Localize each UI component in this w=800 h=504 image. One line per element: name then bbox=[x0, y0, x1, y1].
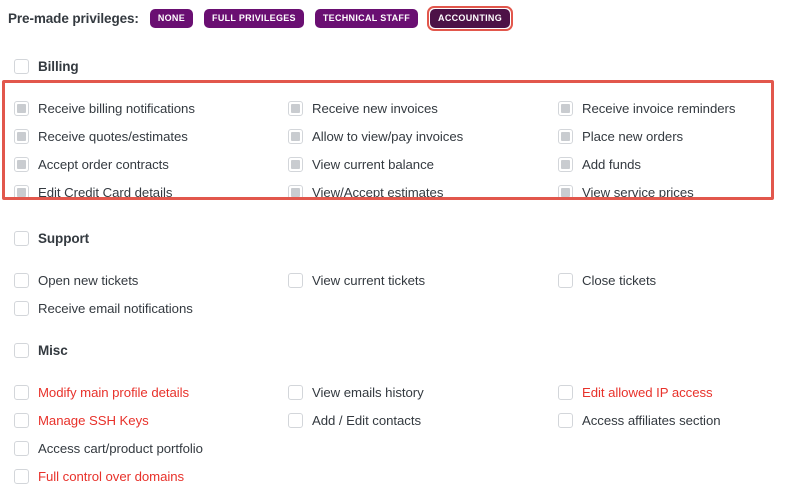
checkbox-receive-quotes-estimates[interactable] bbox=[14, 128, 29, 144]
option-view-emails-history[interactable]: View emails history bbox=[288, 382, 424, 402]
option-view-service-prices[interactable]: View service prices bbox=[558, 182, 694, 202]
option-label: Access cart/product portfolio bbox=[38, 440, 203, 456]
option-label: Receive billing notifications bbox=[38, 100, 195, 116]
options-grid-misc: Modify main profile details Manage SSH Ke… bbox=[0, 360, 800, 504]
option-label: Access affiliates section bbox=[582, 412, 721, 428]
premade-privileges-row: Pre-made privileges: NONE FULL PRIVILEGES… bbox=[8, 5, 520, 31]
option-label: View emails history bbox=[312, 384, 424, 400]
checkbox-edit-credit-card-details[interactable] bbox=[14, 184, 29, 200]
section-billing: Billing Receive billing notifications Rece… bbox=[0, 56, 800, 220]
premade-privileges-label: Pre-made privileges: bbox=[8, 10, 139, 26]
option-label: Add funds bbox=[582, 156, 641, 172]
checkbox-receive-billing-notifications[interactable] bbox=[14, 100, 29, 116]
checkbox-access-cart-product-portfolio[interactable] bbox=[14, 440, 29, 456]
checkbox-receive-new-invoices[interactable] bbox=[288, 100, 303, 116]
checkbox-accept-order-contracts[interactable] bbox=[14, 156, 29, 172]
option-place-new-orders[interactable]: Place new orders bbox=[558, 126, 683, 146]
option-label: Full control over domains bbox=[38, 468, 185, 484]
checkbox-view-accept-estimates[interactable] bbox=[288, 184, 303, 200]
premade-badge-accounting[interactable]: ACCOUNTING bbox=[430, 8, 511, 28]
checkbox-access-affiliates-section[interactable] bbox=[558, 412, 573, 428]
option-label: View current tickets bbox=[312, 272, 426, 288]
option-label: Receive invoice reminders bbox=[582, 100, 736, 116]
option-label: Open new tickets bbox=[38, 272, 139, 288]
section-support: Support Open new tickets Receive email not… bbox=[0, 228, 800, 336]
option-label: Modify main profile details bbox=[38, 384, 190, 400]
option-label: Accept order contracts bbox=[38, 156, 169, 172]
option-label: Edit allowed IP access bbox=[582, 384, 713, 400]
option-allow-to-view-pay-invoices[interactable]: Allow to view/pay invoices bbox=[288, 126, 463, 146]
option-receive-invoice-reminders[interactable]: Receive invoice reminders bbox=[558, 98, 735, 118]
section-misc: Misc Modify main profile details Manage SS… bbox=[0, 340, 800, 504]
premade-privileges-badges: NONE FULL PRIVILEGES TECHNICAL STAFF ACCOUN… bbox=[148, 5, 520, 31]
option-label: Add / Edit contacts bbox=[312, 412, 422, 428]
option-label: Receive quotes/estimates bbox=[38, 128, 188, 144]
checkbox-section-misc[interactable] bbox=[14, 342, 29, 358]
checkbox-open-new-tickets[interactable] bbox=[14, 272, 29, 288]
checkbox-modify-main-profile-details[interactable] bbox=[14, 384, 29, 400]
options-grid-billing: Receive billing notifications Receive quo… bbox=[0, 76, 800, 220]
option-view-current-balance[interactable]: View current balance bbox=[288, 154, 434, 174]
option-view-current-tickets[interactable]: View current tickets bbox=[288, 270, 425, 290]
option-manage-ssh-keys[interactable]: Manage SSH Keys bbox=[14, 410, 149, 430]
checkbox-edit-allowed-ip-access[interactable] bbox=[558, 384, 573, 400]
option-receive-email-notifications[interactable]: Receive email notifications bbox=[14, 298, 193, 318]
checkbox-section-billing[interactable] bbox=[14, 58, 29, 74]
checkbox-view-emails-history[interactable] bbox=[288, 384, 303, 400]
option-view-accept-estimates[interactable]: View/Accept estimates bbox=[288, 182, 443, 202]
checkbox-manage-ssh-keys[interactable] bbox=[14, 412, 29, 428]
checkbox-section-support[interactable] bbox=[14, 230, 29, 246]
premade-badge-none[interactable]: NONE bbox=[149, 8, 194, 28]
option-label: Allow to view/pay invoices bbox=[312, 128, 464, 144]
option-label: Close tickets bbox=[582, 272, 657, 288]
option-accept-order-contracts[interactable]: Accept order contracts bbox=[14, 154, 169, 174]
premade-badge-wrap-accounting: ACCOUNTING bbox=[427, 5, 514, 31]
option-label: Receive new invoices bbox=[312, 100, 438, 116]
checkbox-add-edit-contacts[interactable] bbox=[288, 412, 303, 428]
premade-badge-wrap-full-privileges: FULL PRIVILEGES bbox=[202, 7, 306, 30]
option-access-cart-product-portfolio[interactable]: Access cart/product portfolio bbox=[14, 438, 203, 458]
option-label: View/Accept estimates bbox=[312, 184, 444, 200]
section-header-misc[interactable]: Misc bbox=[0, 340, 800, 360]
option-access-affiliates-section[interactable]: Access affiliates section bbox=[558, 410, 721, 430]
checkbox-add-funds[interactable] bbox=[558, 156, 573, 172]
checkbox-place-new-orders[interactable] bbox=[558, 128, 573, 144]
checkbox-allow-to-view-pay-invoices[interactable] bbox=[288, 128, 303, 144]
option-add-funds[interactable]: Add funds bbox=[558, 154, 641, 174]
section-title-billing: Billing bbox=[38, 58, 79, 74]
option-label: View service prices bbox=[582, 184, 694, 200]
option-label: Receive email notifications bbox=[38, 300, 193, 316]
option-edit-allowed-ip-access[interactable]: Edit allowed IP access bbox=[558, 382, 713, 402]
option-modify-main-profile-details[interactable]: Modify main profile details bbox=[14, 382, 189, 402]
checkbox-receive-email-notifications[interactable] bbox=[14, 300, 29, 316]
checkbox-view-current-balance[interactable] bbox=[288, 156, 303, 172]
checkbox-view-service-prices[interactable] bbox=[558, 184, 573, 200]
premade-badge-technical-staff[interactable]: TECHNICAL STAFF bbox=[314, 8, 419, 28]
premade-badge-full-privileges[interactable]: FULL PRIVILEGES bbox=[204, 8, 304, 28]
option-receive-new-invoices[interactable]: Receive new invoices bbox=[288, 98, 438, 118]
section-header-support[interactable]: Support bbox=[0, 228, 800, 248]
premade-badge-wrap-technical-staff: TECHNICAL STAFF bbox=[313, 7, 420, 30]
option-label: Manage SSH Keys bbox=[38, 412, 149, 428]
option-label: View current balance bbox=[312, 156, 434, 172]
option-label: Place new orders bbox=[582, 128, 684, 144]
checkbox-close-tickets[interactable] bbox=[558, 272, 573, 288]
checkbox-receive-invoice-reminders[interactable] bbox=[558, 100, 573, 116]
option-close-tickets[interactable]: Close tickets bbox=[558, 270, 656, 290]
options-grid-support: Open new tickets Receive email notificati… bbox=[0, 248, 800, 336]
option-receive-quotes-estimates[interactable]: Receive quotes/estimates bbox=[14, 126, 188, 146]
section-header-billing[interactable]: Billing bbox=[0, 56, 800, 76]
option-full-control-over-domains[interactable]: Full control over domains bbox=[14, 466, 184, 486]
premade-badge-wrap-none: NONE bbox=[148, 7, 195, 30]
checkbox-full-control-over-domains[interactable] bbox=[14, 468, 29, 484]
option-edit-credit-card-details[interactable]: Edit Credit Card details bbox=[14, 182, 172, 202]
checkbox-view-current-tickets[interactable] bbox=[288, 272, 303, 288]
option-open-new-tickets[interactable]: Open new tickets bbox=[14, 270, 138, 290]
section-title-misc: Misc bbox=[38, 342, 68, 358]
option-add-edit-contacts[interactable]: Add / Edit contacts bbox=[288, 410, 421, 430]
option-receive-billing-notifications[interactable]: Receive billing notifications bbox=[14, 98, 195, 118]
option-label: Edit Credit Card details bbox=[38, 184, 173, 200]
section-title-support: Support bbox=[38, 230, 90, 246]
